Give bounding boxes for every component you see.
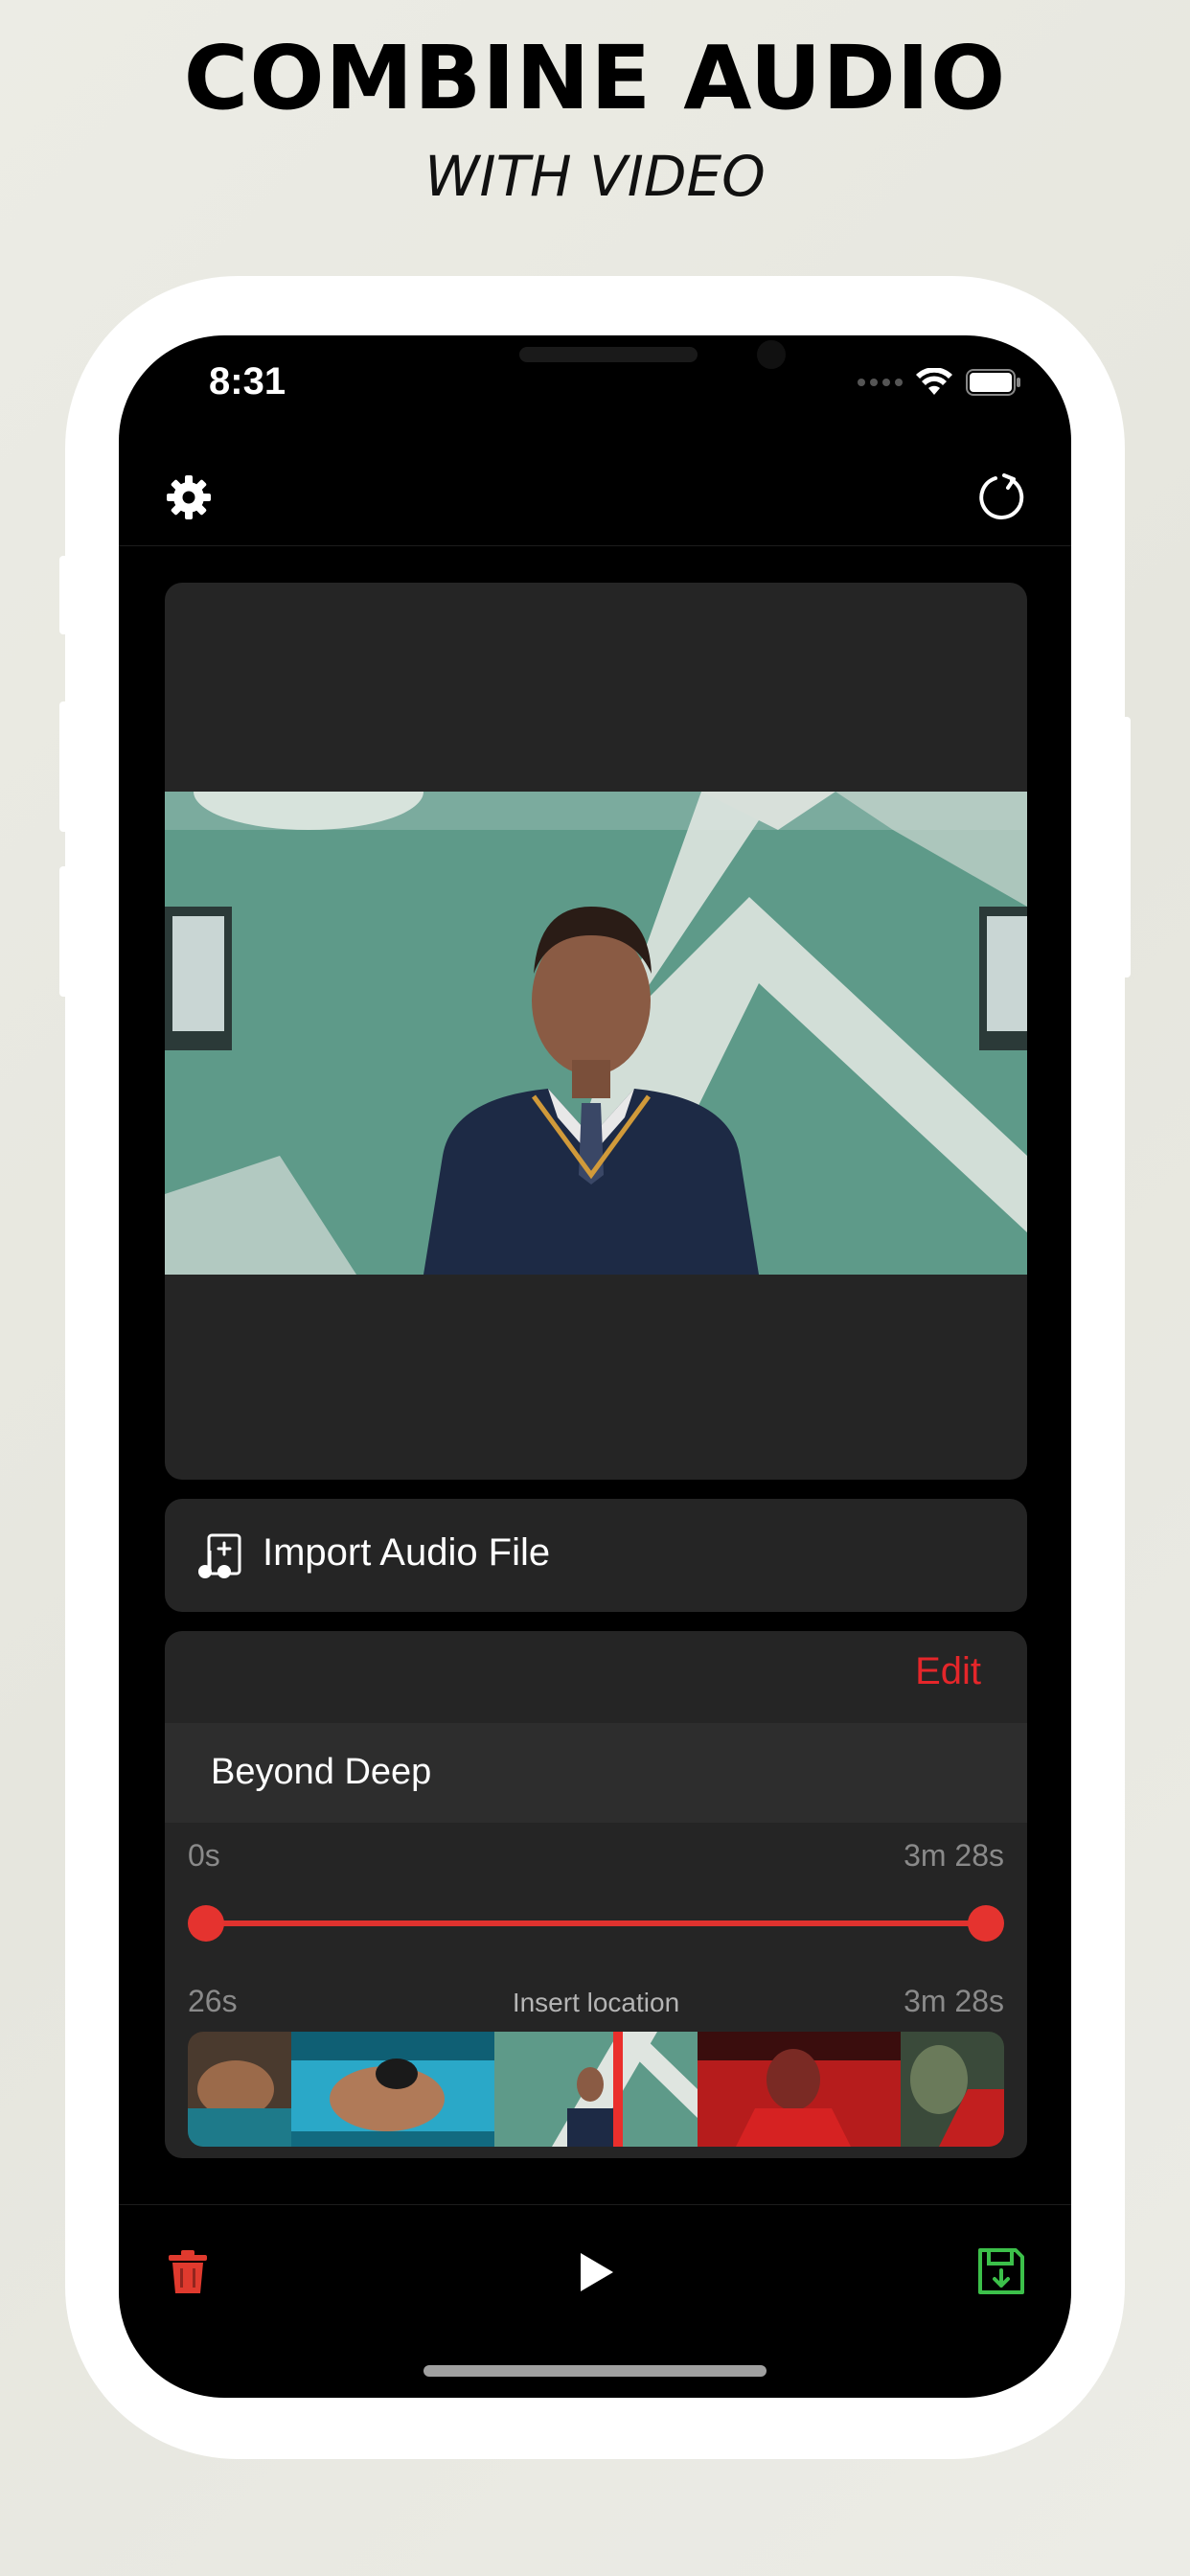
edit-button[interactable]: Edit [915,1650,981,1693]
filmstrip-frame [291,2032,494,2147]
battery-icon [966,369,1021,396]
speaker-grille [519,347,698,362]
play-icon [581,2253,613,2291]
music-add-icon [198,1533,241,1578]
device-side-button [59,702,69,832]
wifi-icon [916,368,952,397]
phone-screen: 8:31 Import Audio File Edit Beyond Deep … [119,335,1071,2398]
bottom-toolbar [119,2204,1071,2334]
video-frame-image [165,792,1027,1275]
insert-location-label: Insert location [512,1988,680,2017]
delete-button[interactable] [167,2249,209,2295]
trim-start-handle[interactable] [188,1905,224,1942]
filmstrip-frame [901,2032,1004,2147]
status-icons [858,368,1021,397]
device-side-button [1121,717,1131,978]
audio-track-panel: Edit Beyond Deep 0s 3m 28s 26s Insert lo… [165,1631,1027,2158]
settings-button[interactable] [163,472,215,523]
reset-button[interactable] [975,472,1027,523]
nav-bar [119,450,1071,546]
track-name: Beyond Deep [211,1752,432,1792]
audio-track-row[interactable]: Beyond Deep [165,1723,1027,1823]
audio-range-start: 0s [188,1838,220,1873]
trash-icon [169,2250,207,2293]
trim-end-handle[interactable] [968,1905,1004,1942]
gear-icon [167,475,211,519]
insert-location-marker[interactable] [613,2032,623,2147]
status-time: 8:31 [209,360,286,402]
save-button[interactable] [977,2247,1025,2295]
filmstrip-frame [698,2032,901,2147]
cellular-signal-icon [858,379,903,386]
device-side-button [59,866,69,997]
import-audio-button[interactable]: Import Audio File [165,1499,1027,1612]
notch [355,335,835,404]
import-audio-label: Import Audio File [263,1531,551,1574]
refresh-icon [979,473,1024,520]
device-side-button [59,556,69,634]
promo-subheadline: WITH VIDEO [424,144,766,209]
promo-headline: COMBINE AUDIO [183,27,1007,129]
home-indicator [423,2365,767,2377]
save-icon [978,2248,1024,2294]
front-camera [757,340,786,369]
audio-trim-slider[interactable] [207,1920,987,1926]
audio-range-end: 3m 28s [904,1838,1004,1873]
play-button[interactable] [575,2249,617,2295]
video-filmstrip[interactable] [188,2032,1004,2147]
video-preview [165,792,1027,1275]
video-preview-panel[interactable] [165,583,1027,1480]
insert-time-end: 3m 28s [904,1984,1004,2018]
filmstrip-frame [494,2032,698,2147]
filmstrip-frame [188,2032,291,2147]
